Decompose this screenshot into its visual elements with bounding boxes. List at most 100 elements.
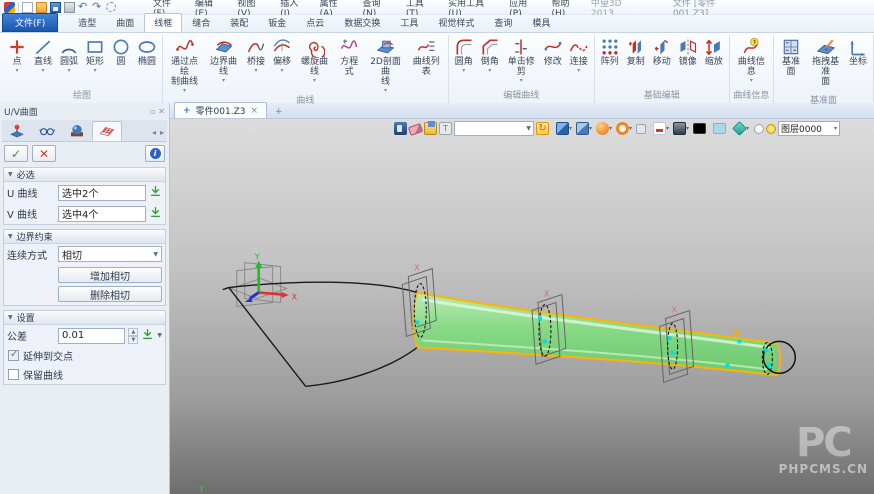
doc-tab-close-icon[interactable]: × <box>250 106 258 116</box>
redo-icon[interactable] <box>92 2 103 13</box>
ribbon-item[interactable]: 圆弧 ▾ <box>56 36 82 75</box>
ribbon-item[interactable]: 坐标 ▾ <box>845 36 871 75</box>
checkbox[interactable] <box>8 369 19 380</box>
ribbon-item[interactable]: 圆角 ▾ <box>451 36 477 75</box>
boundary-section-header[interactable]: ▼ 边界约束 <box>4 230 165 244</box>
new-file-icon[interactable] <box>22 2 33 13</box>
panel-tab-scroll-right-icon[interactable]: ▸ <box>160 128 164 137</box>
dropdown-caret-icon[interactable]: ▾ <box>462 67 465 74</box>
ribbon-item[interactable]: 连接 ▾ <box>566 36 592 75</box>
text-attribute-icon[interactable] <box>439 122 452 135</box>
panel-close-icon[interactable]: ✕ <box>158 107 165 116</box>
dropdown-caret-icon[interactable]: ▾ <box>183 87 186 94</box>
ribbon-tab[interactable]: 工具 <box>390 13 428 32</box>
color-swatch-black[interactable] <box>693 123 706 134</box>
render-mode-icon[interactable] <box>596 122 609 135</box>
chevron-down-icon[interactable]: ▾ <box>609 125 615 132</box>
ribbon-item[interactable]: 2D剖面曲 线 ▾ <box>364 36 407 95</box>
ribbon-item[interactable]: 矩形 ▾ <box>82 36 108 75</box>
inquire-icon[interactable] <box>394 122 407 135</box>
open-folder-icon[interactable] <box>36 2 47 13</box>
ribbon-item[interactable]: 点 ▾ <box>4 36 30 75</box>
chevron-down-icon[interactable]: ▼ <box>157 332 162 339</box>
dropdown-caret-icon[interactable]: ▾ <box>750 77 753 84</box>
cancel-button[interactable]: ✕ <box>32 145 56 162</box>
viewport-3d[interactable]: Y X X X X Y ▼ <box>170 119 874 494</box>
dropdown-caret-icon[interactable]: ▾ <box>15 67 18 74</box>
tab-uv-mesh[interactable] <box>92 121 122 141</box>
ribbon-item[interactable]: 倒角 ▾ <box>477 36 503 75</box>
chevron-down-icon[interactable]: ▾ <box>686 125 692 132</box>
dropdown-caret-icon[interactable]: ▾ <box>41 67 44 74</box>
add-tangent-button[interactable]: 增加相切 <box>58 267 162 283</box>
chevron-down-icon[interactable]: ▾ <box>569 125 575 132</box>
ribbon-item[interactable]: 偏移 ▾ <box>269 36 295 75</box>
ribbon-item[interactable]: 阵列 ▾ <box>597 36 623 75</box>
loft-surface[interactable] <box>413 293 780 376</box>
ribbon-tab[interactable]: 装配 <box>220 13 258 32</box>
viewport-3d-scene[interactable]: Y X X X X Y <box>170 119 874 494</box>
ribbon-tab[interactable]: 曲面 <box>106 13 144 32</box>
print-icon[interactable] <box>64 2 75 13</box>
ribbon-item[interactable]: 复制 ▾ <box>623 36 649 75</box>
ribbon-item[interactable]: 螺旋曲线 ▾ <box>295 36 334 85</box>
pick-from-list-icon[interactable] <box>149 205 162 222</box>
pick-from-list-icon[interactable] <box>149 184 162 201</box>
ribbon-tab[interactable]: 缝合 <box>182 13 220 32</box>
light-off-icon[interactable] <box>754 124 764 134</box>
checkbox-row[interactable]: 延伸到交点 <box>4 346 165 365</box>
checkbox-row[interactable]: 保留曲线 <box>4 365 165 384</box>
light-on-icon[interactable] <box>766 124 776 134</box>
chevron-down-icon[interactable]: ▾ <box>629 125 635 132</box>
ribbon-tab[interactable]: 数据交换 <box>334 13 390 32</box>
ribbon-item[interactable]: 镜像 ▾ <box>675 36 701 75</box>
ribbon-item[interactable]: 移动 ▾ <box>649 36 675 75</box>
undo-icon[interactable] <box>78 2 89 13</box>
pick-from-list-icon[interactable] <box>141 327 154 344</box>
material-icon[interactable] <box>732 121 747 136</box>
dropdown-caret-icon[interactable]: ▾ <box>577 67 580 74</box>
app-logo-icon[interactable] <box>4 2 15 13</box>
ribbon-item[interactable]: 单击修剪 ▾ <box>503 36 540 85</box>
continuity-select[interactable]: 相切 ▼ <box>58 246 162 262</box>
qat-dropdown-caret[interactable] <box>119 2 126 13</box>
view-orientation-icon[interactable] <box>556 122 569 135</box>
panel-float-icon[interactable]: ▫ <box>150 107 155 116</box>
ok-button[interactable]: ✓ <box>4 145 28 162</box>
ribbon-item[interactable]: 圆 ▾ <box>108 36 134 75</box>
ribbon-item[interactable]: 修改 ▾ <box>540 36 566 75</box>
rotate-view-icon[interactable] <box>536 122 549 135</box>
info-button[interactable]: i <box>145 145 165 162</box>
ribbon-tab[interactable]: 视觉样式 <box>428 13 484 32</box>
erase-icon[interactable] <box>408 123 423 136</box>
ribbon-tab[interactable]: 模具 <box>522 13 560 32</box>
dropdown-caret-icon[interactable]: ▾ <box>67 67 70 74</box>
curve-select-input[interactable]: 选中4个 <box>58 206 146 222</box>
settings-section-header[interactable]: ▼ 设置 <box>4 311 165 325</box>
new-document-tab-button[interactable]: + <box>267 106 291 118</box>
ribbon-item[interactable]: 曲线信息 ▾ <box>732 36 771 85</box>
section-view-icon[interactable] <box>653 122 666 135</box>
dropdown-caret-icon[interactable]: ▾ <box>488 67 491 74</box>
ribbon-item[interactable]: 缩放 ▾ <box>701 36 727 75</box>
chevron-down-icon[interactable]: ▾ <box>746 125 752 132</box>
ribbon-tab[interactable]: 查询 <box>484 13 522 32</box>
tab-shading[interactable] <box>62 121 92 141</box>
save-icon[interactable] <box>50 2 61 13</box>
dropdown-caret-icon[interactable]: ▾ <box>313 77 316 84</box>
ribbon-item[interactable]: 直线 ▾ <box>30 36 56 75</box>
dropdown-caret-icon[interactable]: ▾ <box>520 77 523 84</box>
remove-tangent-button[interactable]: 删除相切 <box>58 286 162 302</box>
ribbon-item[interactable]: 曲线列表 ▾ <box>407 36 446 85</box>
ribbon-tab[interactable]: 钣金 <box>258 13 296 32</box>
ribbon-item[interactable]: 通过点绘 制曲线 ▾ <box>165 36 204 95</box>
dropdown-caret-icon[interactable]: ▾ <box>93 67 96 74</box>
color-swatch-blue[interactable] <box>713 123 726 134</box>
ribbon-tab[interactable]: 造型 <box>68 13 106 32</box>
chevron-down-icon[interactable]: ▾ <box>666 125 672 132</box>
curve-select-input[interactable]: 选中2个 <box>58 185 146 201</box>
dropdown-caret-icon[interactable]: ▾ <box>280 67 283 74</box>
pick-filter-icon[interactable] <box>106 2 116 12</box>
ribbon-item[interactable]: 方程式 ▾ <box>334 36 364 85</box>
collapse-ribbon-icon[interactable] <box>129 2 137 13</box>
